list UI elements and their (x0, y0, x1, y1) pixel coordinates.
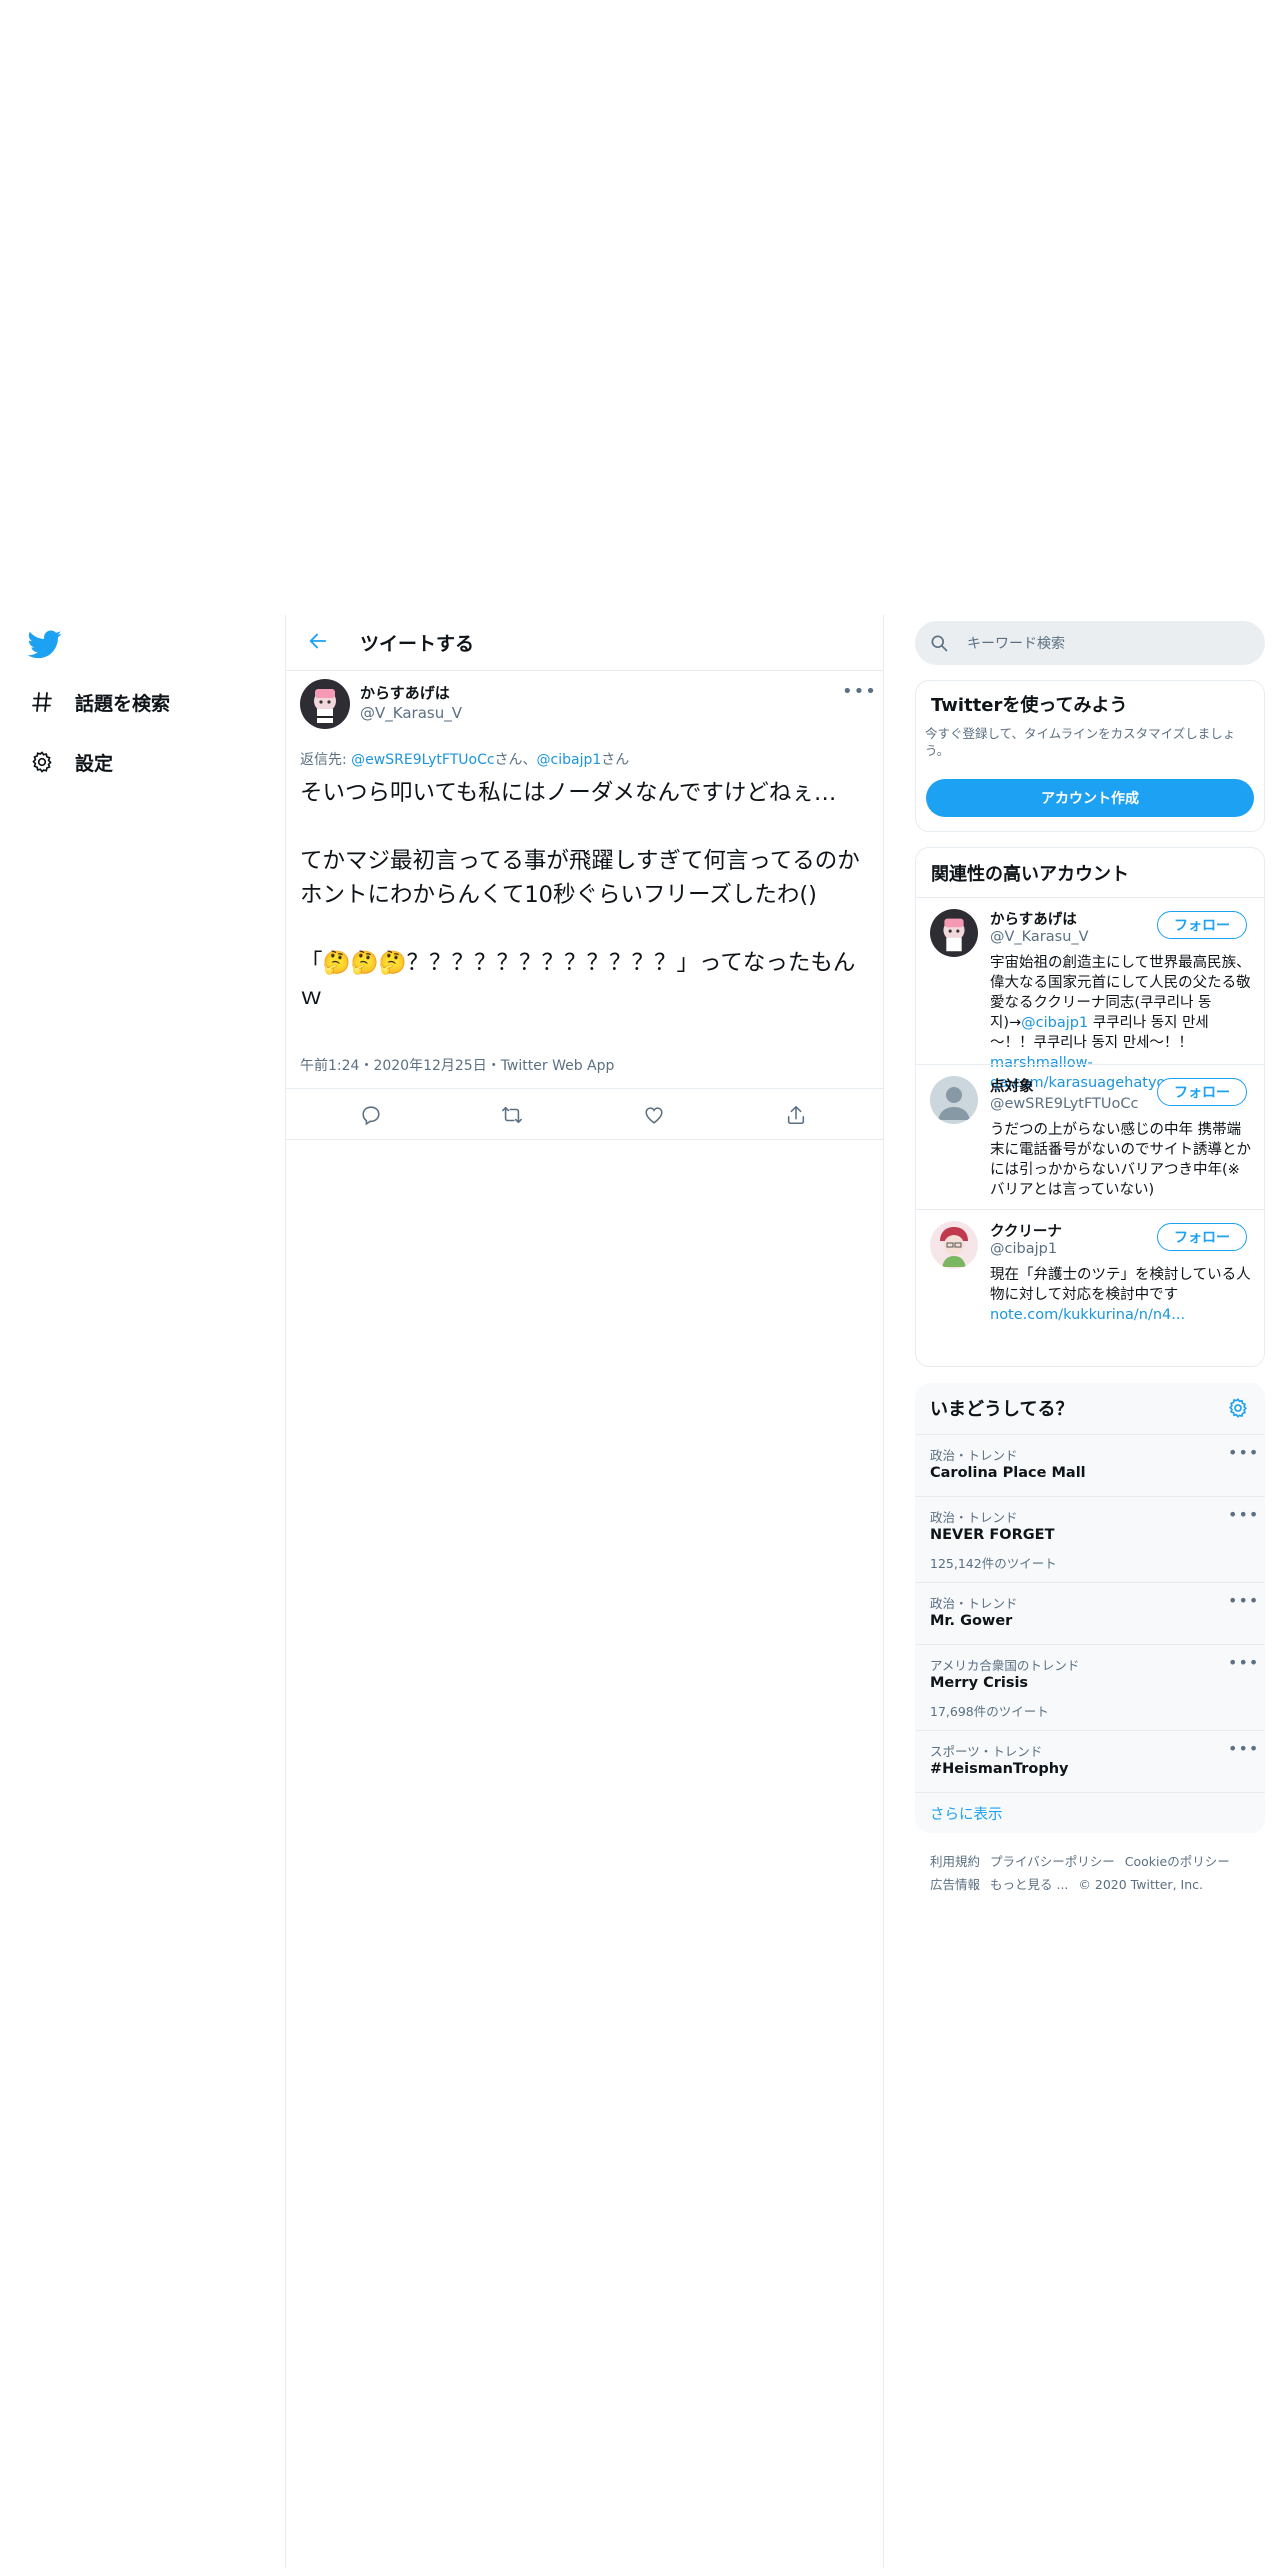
footer-link[interactable]: プライバシーポリシー (990, 1854, 1115, 1869)
reply-mention-link[interactable]: @ewSRE9LytFTUoCc (351, 752, 494, 768)
trend-name: #HeismanTrophy (930, 1761, 1069, 1777)
account-item[interactable]: からすあげは @V_Karasu_V フォロー 宇宙始祖の創造主にして世界最高民… (916, 897, 1264, 1091)
trend-name: Merry Crisis (930, 1675, 1029, 1691)
account-handle[interactable]: @cibajp1 (990, 1241, 1057, 1257)
search-bar[interactable] (915, 621, 1265, 667)
gear-icon (28, 748, 56, 776)
more-options-icon[interactable]: ••• (1228, 1591, 1259, 1610)
trend-item[interactable]: 政治・トレンド Mr. Gower ••• (915, 1582, 1265, 1645)
reply-to-line: 返信先: @ewSRE9LytFTUoCcさん、@cibajp1さん (300, 749, 629, 769)
account-name[interactable]: ククリーナ (990, 1220, 1062, 1241)
trends-card: いまどうしてる？ 政治・トレンド Carolina Place Mall •••… (915, 1383, 1265, 1833)
nav-explore[interactable]: 話題を検索 (28, 682, 170, 722)
trend-category: 政治・トレンド (930, 1448, 1018, 1463)
trend-item[interactable]: 政治・トレンド NEVER FORGET 125,142件のツイート ••• (915, 1496, 1265, 1583)
show-more-row[interactable]: さらに表示 (915, 1792, 1265, 1833)
tweet-author-handle[interactable]: @V_Karasu_V (360, 704, 462, 722)
more-options-icon[interactable]: ••• (1228, 1443, 1259, 1462)
reply-prefix: 返信先: (300, 752, 352, 768)
signup-title: Twitterを使ってみよう (931, 695, 1128, 716)
footer-link[interactable]: Cookieのポリシー (1125, 1854, 1230, 1869)
bio-url-link[interactable]: note.com/kukkurina/n/n4... (990, 1307, 1185, 1323)
footer-link[interactable]: もっと見る ... (990, 1877, 1068, 1892)
reply-icon[interactable] (358, 1102, 384, 1128)
account-handle[interactable]: @V_Karasu_V (990, 929, 1089, 945)
trend-category: 政治・トレンド (930, 1510, 1018, 1525)
search-icon (929, 633, 949, 653)
avatar[interactable] (930, 1076, 978, 1124)
more-options-icon[interactable]: ••• (1228, 1739, 1259, 1758)
twitter-bird-icon[interactable] (27, 627, 62, 661)
reply-mention-link[interactable]: @cibajp1 (537, 752, 602, 768)
back-arrow-icon (307, 630, 329, 656)
account-name[interactable]: 点対象 (990, 1075, 1034, 1096)
nav-explore-label: 話題を検索 (75, 692, 171, 715)
follow-button[interactable]: フォロー (1157, 1223, 1247, 1251)
tweet-timestamp[interactable]: 午前1:24・2020年12月25日・Twitter Web App (300, 1055, 614, 1075)
share-icon[interactable] (783, 1102, 809, 1128)
footer-link[interactable]: 利用規約 (930, 1854, 980, 1869)
account-name[interactable]: からすあげは (990, 908, 1077, 929)
signup-card: Twitterを使ってみよう 今すぐ登録して、タイムラインをカスタマイズしましょ… (915, 680, 1265, 832)
reply-mid: さん、 (494, 752, 537, 768)
gear-icon[interactable] (1227, 1397, 1249, 1419)
account-item[interactable]: ククリーナ @cibajp1 フォロー 現在「弁護士のツテ」を検討している人物に… (916, 1209, 1264, 1366)
more-options-icon[interactable]: ••• (1228, 1505, 1259, 1524)
avatar[interactable] (300, 679, 350, 729)
reply-suffix: さん (601, 752, 630, 768)
trend-name: Mr. Gower (930, 1613, 1013, 1629)
back-button[interactable] (304, 629, 332, 657)
nav-settings[interactable]: 設定 (28, 742, 113, 782)
trend-category: 政治・トレンド (930, 1596, 1018, 1611)
trend-item[interactable]: アメリカ合衆国のトレンド Merry Crisis 17,698件のツイート •… (915, 1644, 1265, 1731)
related-accounts-card: 関連性の高いアカウント からすあげは @V_Karasu_V フォロー 宇宙始祖… (915, 847, 1265, 1367)
bio-mention-link[interactable]: @cibajp1 (1021, 1015, 1088, 1031)
trend-category: アメリカ合衆国のトレンド (930, 1658, 1080, 1673)
tweet-actions (286, 1088, 883, 1140)
account-bio: 現在「弁護士のツテ」を検討している人物に対して対応を検討中です note.com/… (990, 1265, 1252, 1325)
footer: 利用規約 プライバシーポリシー Cookieのポリシー広告情報 もっと見る ... © … (930, 1850, 1260, 1896)
footer-link[interactable]: 広告情報 (930, 1877, 980, 1892)
follow-button[interactable]: フォロー (1157, 911, 1247, 939)
main-header: ツイートする (286, 615, 883, 671)
create-account-button[interactable]: アカウント作成 (926, 779, 1254, 817)
trend-name: Carolina Place Mall (930, 1465, 1086, 1481)
signup-subtitle: 今すぐ登録して、タイムラインをカスタマイズしましょう。 (925, 726, 1236, 758)
bio-text: 現在「弁護士のツテ」を検討している人物に対して対応を検討中です (990, 1267, 1251, 1303)
retweet-icon[interactable] (499, 1102, 525, 1128)
nav-settings-label: 設定 (75, 752, 114, 775)
account-bio: うだつの上がらない感じの中年 携帯端末に電話番号がないのでサイト誘導とかには引っ… (990, 1122, 1251, 1198)
more-options-icon[interactable]: ••• (842, 681, 876, 702)
trend-category: スポーツ・トレンド (930, 1744, 1043, 1759)
avatar[interactable] (930, 909, 978, 957)
trend-name: NEVER FORGET (930, 1527, 1055, 1543)
trend-item[interactable]: スポーツ・トレンド #HeismanTrophy ••• (915, 1730, 1265, 1793)
copyright: © 2020 Twitter, Inc. (1078, 1877, 1203, 1892)
account-handle[interactable]: @ewSRE9LytFTUoCc (990, 1096, 1138, 1112)
trend-tweet-count: 17,698件のツイート (930, 1704, 1049, 1719)
search-input[interactable] (965, 621, 1249, 667)
trend-tweet-count: 125,142件のツイート (930, 1556, 1057, 1571)
follow-button[interactable]: フォロー (1157, 1078, 1247, 1106)
page: 話題を検索 設定 ツイートする からすあげは @V_Karasu_V ••• 返… (0, 615, 1284, 2568)
tweet-text: そいつら叩いても私にはノーダメなんですけどねぇ… てかマジ最初言ってる事が飛躍し… (300, 780, 860, 1010)
show-more-link[interactable]: さらに表示 (930, 1803, 1003, 1824)
trend-item[interactable]: 政治・トレンド Carolina Place Mall ••• (915, 1434, 1265, 1497)
left-navigation: 話題を検索 設定 (0, 615, 285, 2568)
account-item[interactable]: 点対象 @ewSRE9LytFTUoCc フォロー うだつの上がらない感じの中年… (916, 1064, 1264, 1210)
divider (883, 615, 884, 2568)
page-title: ツイートする (360, 633, 475, 655)
trends-title: いまどうしてる？ (930, 1399, 1074, 1420)
tweet-author-name[interactable]: からすあげは (360, 682, 450, 703)
more-options-icon[interactable]: ••• (1228, 1653, 1259, 1672)
related-title: 関連性の高いアカウント (931, 864, 1129, 885)
like-icon[interactable] (641, 1102, 667, 1128)
hashtag-icon (28, 688, 56, 716)
main-column: ツイートする からすあげは @V_Karasu_V ••• 返信先: @ewSR… (286, 615, 883, 2568)
avatar[interactable] (930, 1221, 978, 1269)
